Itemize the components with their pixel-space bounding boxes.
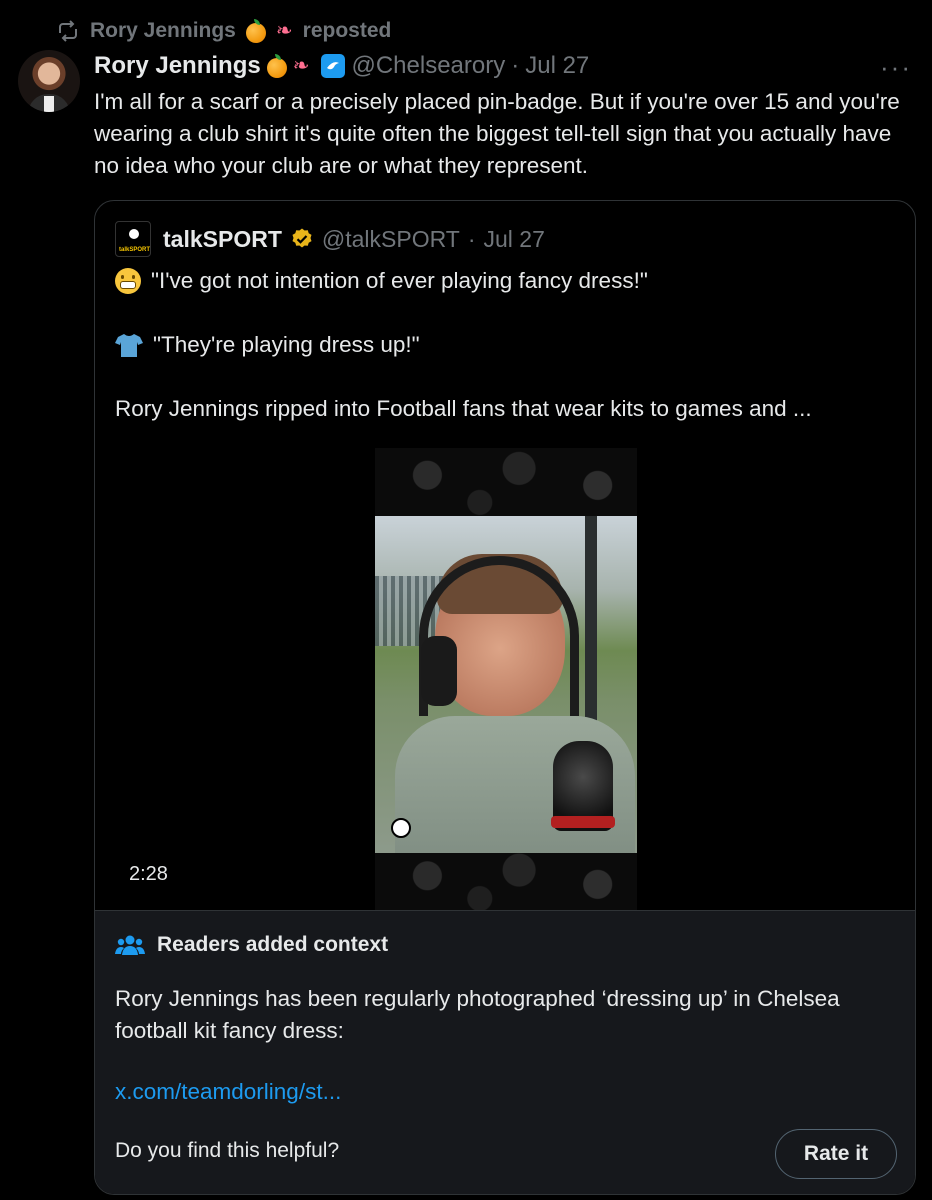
tweet-text: I'm all for a scarf or a precisely place…: [94, 89, 907, 178]
community-note-header: Readers added context: [115, 933, 388, 957]
orange-emoji-icon: [266, 54, 287, 78]
repost-suffix: reposted: [302, 19, 392, 42]
tweet-date[interactable]: Jul 27: [525, 52, 589, 80]
flamingo-emoji-icon: ❧: [292, 55, 310, 77]
rate-it-button[interactable]: Rate it: [775, 1129, 897, 1179]
orange-emoji-icon: [245, 19, 266, 43]
quoted-tweet-date[interactable]: Jul 27: [484, 226, 545, 253]
blue-badge-icon: [321, 54, 346, 78]
talksport-avatar[interactable]: talkSPORT: [115, 221, 151, 257]
flamingo-emoji-icon: ❧: [275, 20, 293, 42]
people-icon: [115, 935, 145, 955]
tweet-header: Rory Jennings ❧ @Chelsearory · Jul 27: [94, 50, 589, 82]
repost-author[interactable]: Rory Jennings: [90, 19, 236, 43]
quoted-line-2-text: "They're playing dress up!": [153, 332, 420, 357]
separator-dot: ·: [511, 52, 520, 79]
quoted-line-2: "They're playing dress up!": [115, 329, 420, 361]
quoted-line-1-text: "I've got not intention of ever playing …: [151, 268, 648, 293]
community-note-link[interactable]: x.com/teamdorling/st...: [115, 1079, 341, 1105]
video-top-pattern: [375, 448, 637, 516]
quoted-line-3: Rory Jennings ripped into Football fans …: [115, 393, 812, 425]
video-duration: 2:28: [129, 863, 168, 885]
quoted-tweet-header: talkSPORT talkSPORT @talkSPORT · Jul 27: [115, 221, 545, 257]
author-name[interactable]: Rory Jennings: [94, 52, 261, 80]
helpful-question: Do you find this helpful?: [115, 1139, 340, 1162]
quoted-line-1: "I've got not intention of ever playing …: [115, 265, 648, 297]
video-bottom-pattern: [375, 853, 637, 910]
separator-dot: ·: [467, 225, 476, 252]
repost-indicator[interactable]: Rory Jennings ❧ reposted: [56, 16, 391, 46]
tshirt-icon: [115, 334, 143, 357]
grimacing-face-icon: [115, 268, 141, 294]
quoted-author-name[interactable]: talkSPORT: [163, 226, 282, 253]
quoted-author-handle[interactable]: @talkSPORT: [322, 226, 460, 253]
community-note-body: Rory Jennings has been regularly photogr…: [115, 986, 840, 1043]
repost-icon: [59, 20, 77, 42]
video-thumbnail[interactable]: [375, 516, 637, 853]
quoted-tweet-card[interactable]: talkSPORT talkSPORT @talkSPORT · Jul 27 …: [94, 200, 916, 1195]
author-handle[interactable]: @Chelsearory: [351, 52, 505, 80]
soccer-ball-icon: [391, 818, 411, 838]
author-avatar[interactable]: [18, 50, 80, 112]
gold-verified-icon: [292, 228, 312, 248]
more-options-icon[interactable]: ···: [880, 52, 912, 83]
community-note-title: Readers added context: [157, 933, 389, 956]
community-note: Readers added context Rory Jennings has …: [95, 910, 915, 1194]
quoted-line-3-text: Rory Jennings ripped into Football fans …: [115, 396, 812, 421]
video-player[interactable]: [375, 448, 637, 910]
